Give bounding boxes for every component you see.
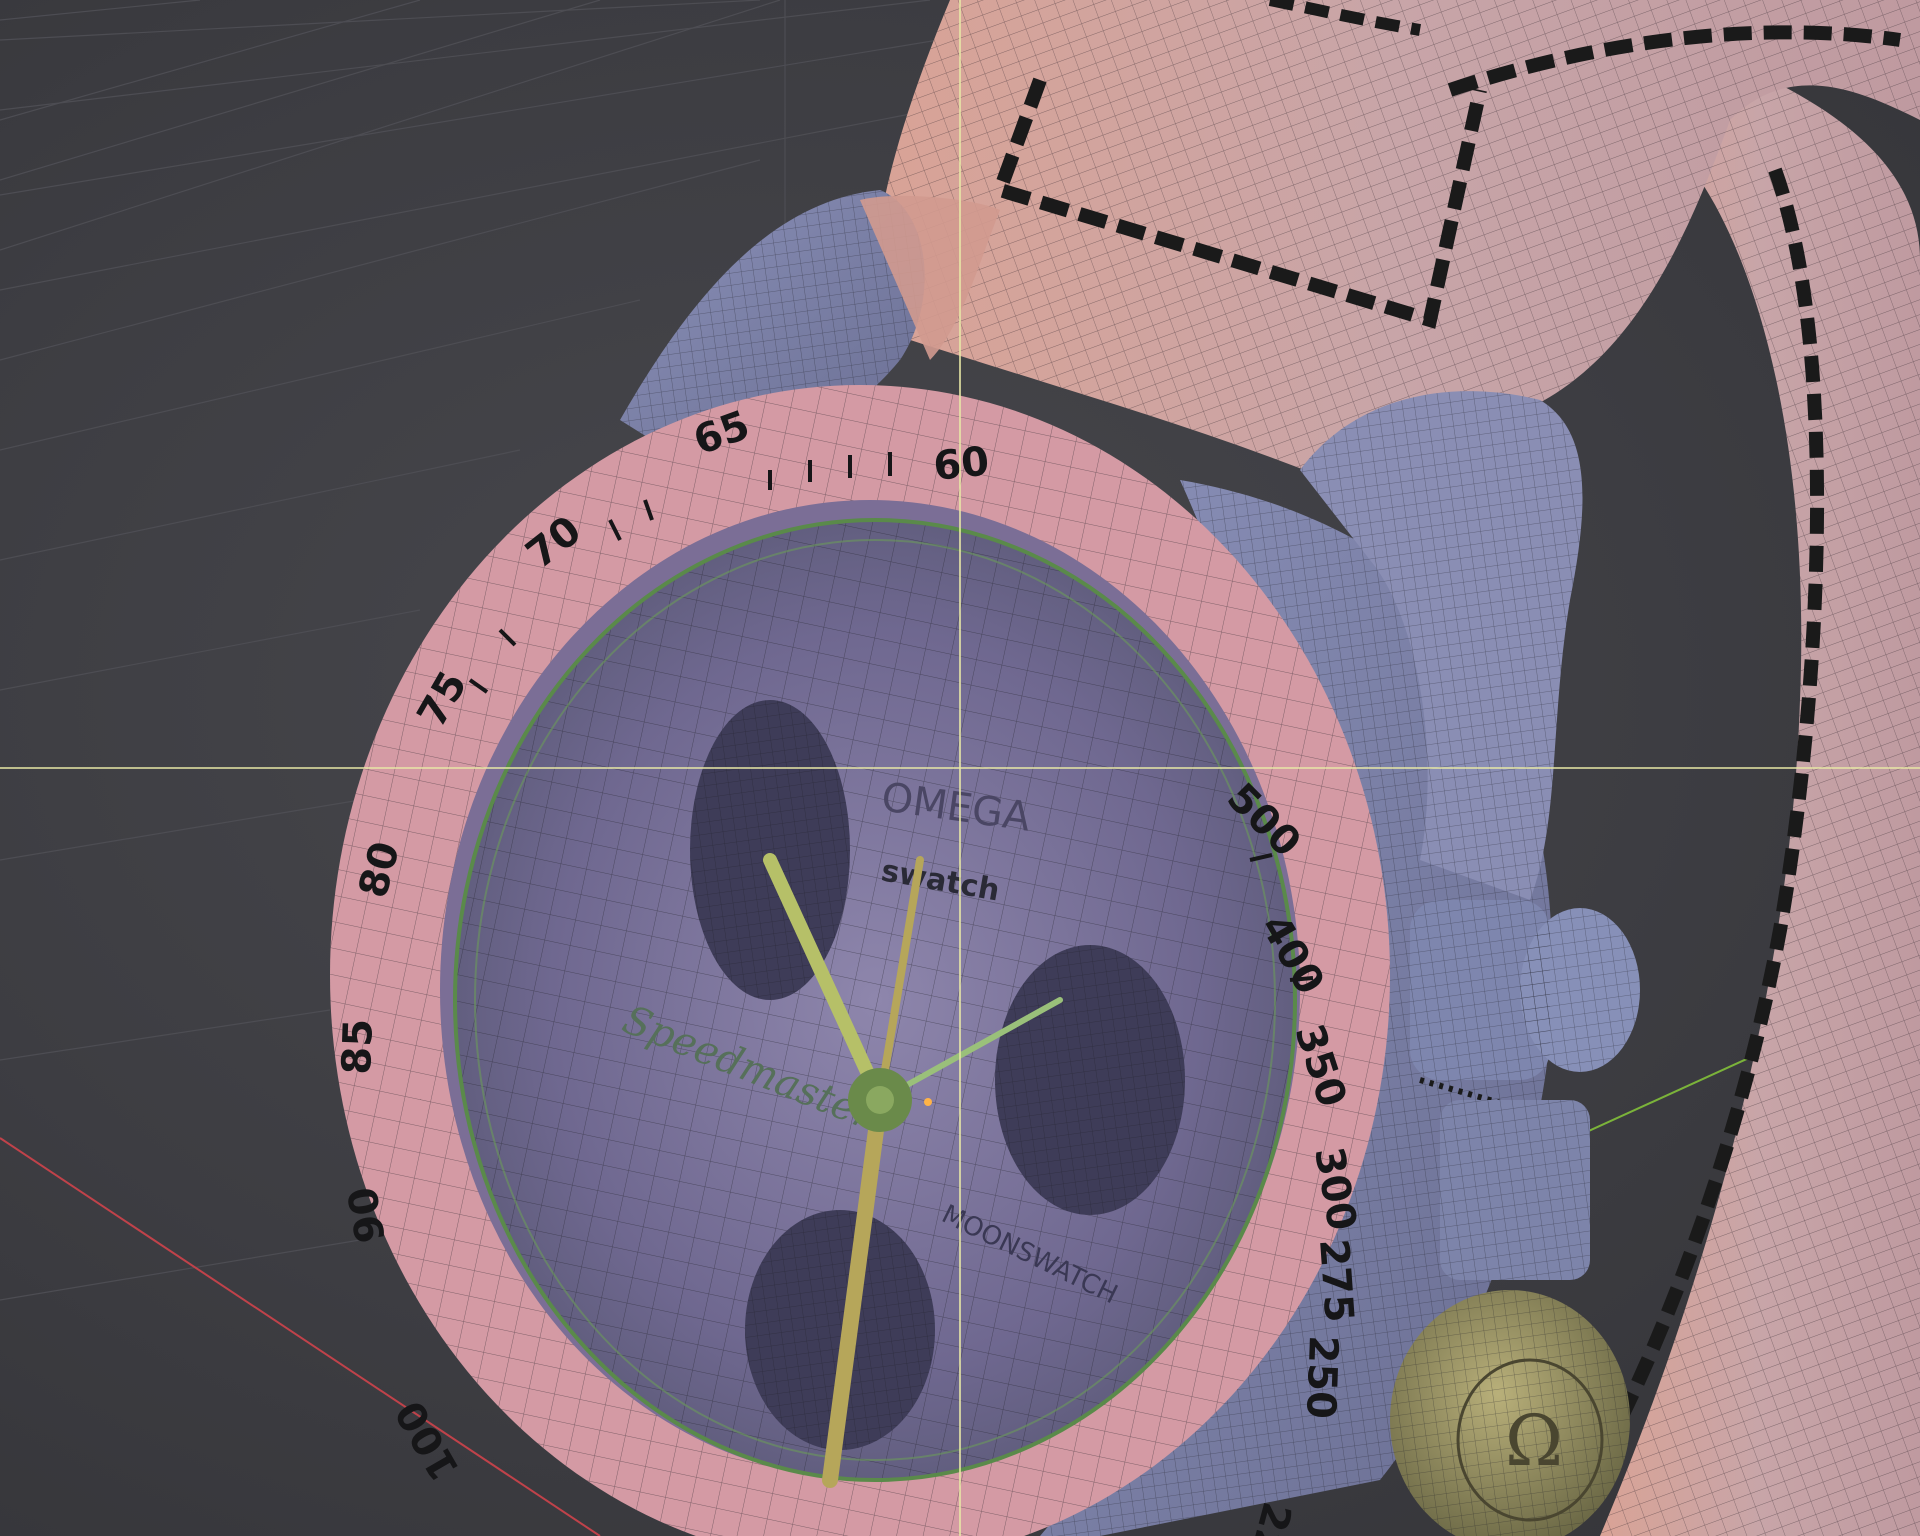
viewport-3d[interactable]: Ω OMEGA swatch Speedmaster MOONSWATCH 65… [0, 0, 1920, 1536]
bezel-num-85: 85 [334, 1018, 382, 1075]
pusher-stem [1440, 1100, 1590, 1280]
origin-point[interactable] [924, 1098, 932, 1106]
bezel-num-250: 250 [1297, 1335, 1346, 1420]
subdial-left [690, 700, 850, 1000]
bezel-num-90: 90 [340, 1183, 395, 1246]
crown-logo: Ω [1505, 1400, 1563, 1482]
bezel-num-60: 60 [931, 438, 991, 490]
subdial-right [995, 945, 1185, 1215]
bezel-num-275: 275 [1310, 1237, 1362, 1324]
